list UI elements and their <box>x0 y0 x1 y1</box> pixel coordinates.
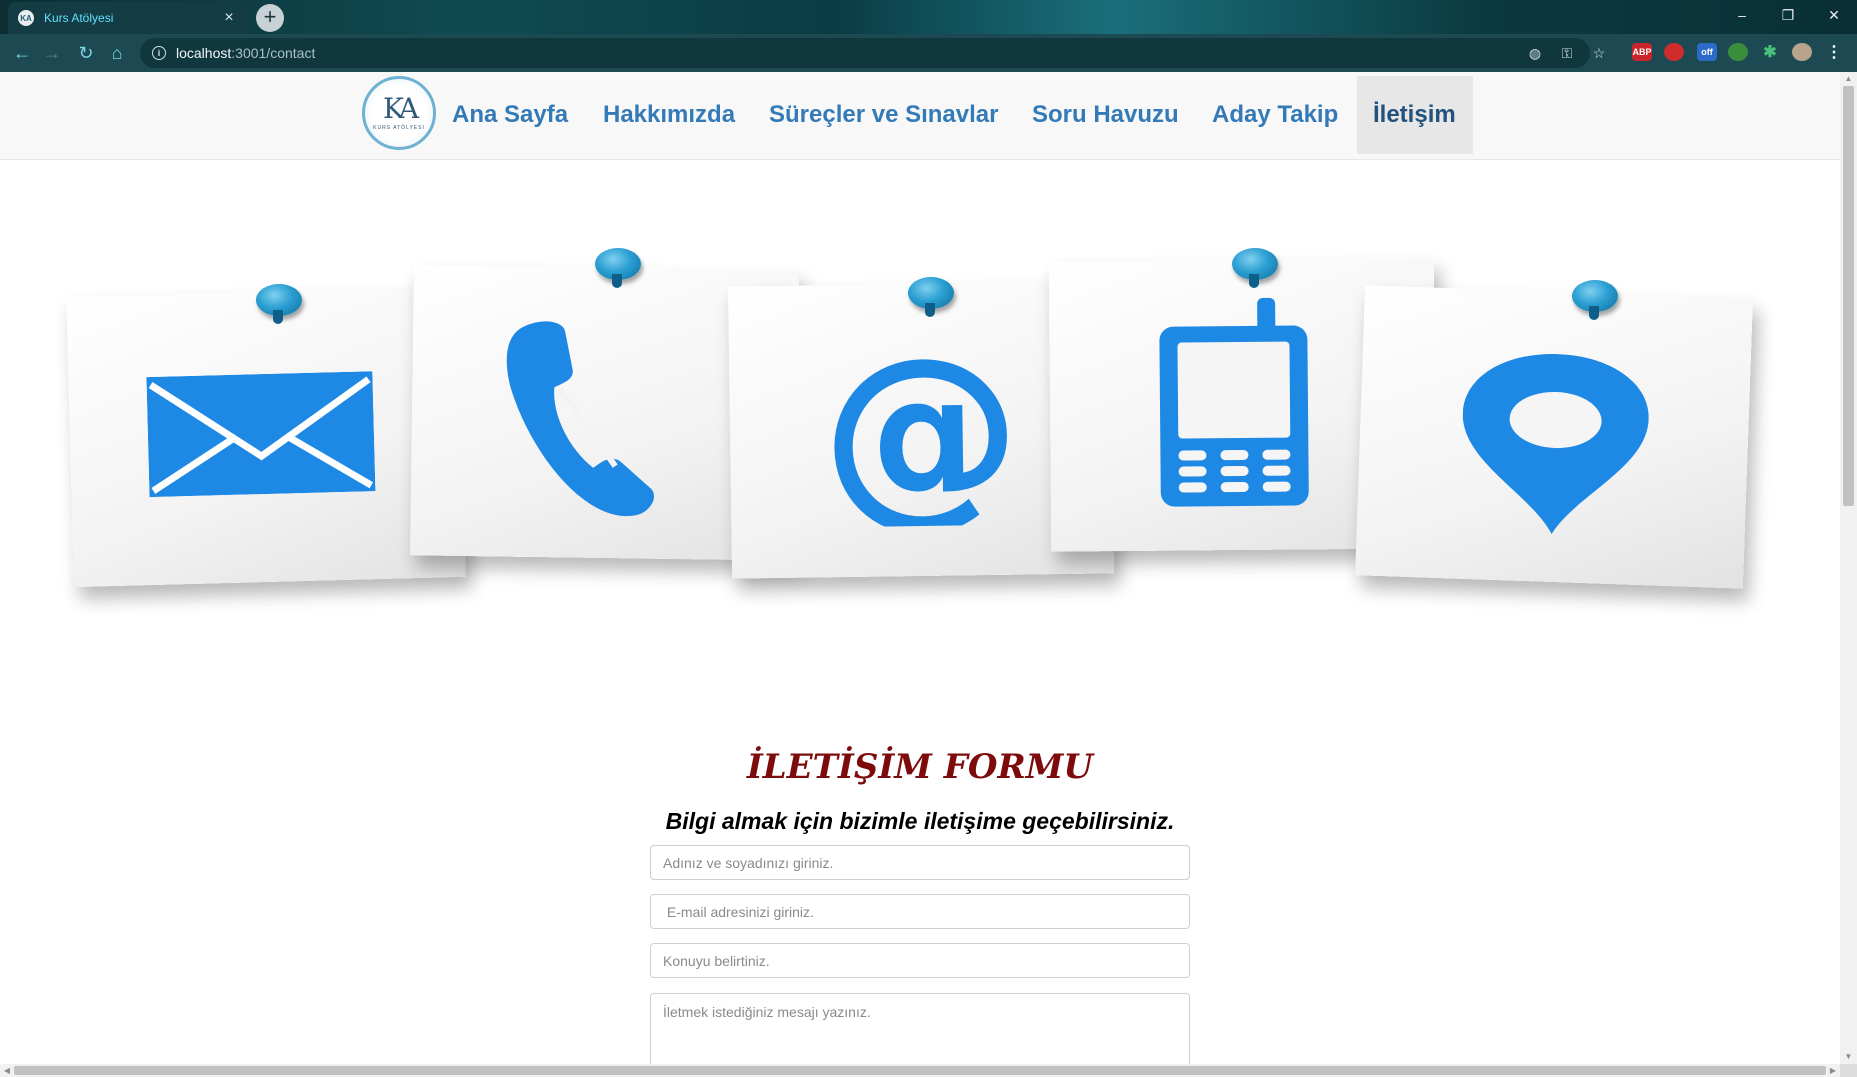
pushpin-icon <box>1232 248 1278 288</box>
browser-tab[interactable]: KA Kurs Atölyesi × <box>8 2 248 34</box>
contact-form-title: İLETİŞİM FORMU <box>746 747 1094 787</box>
name-input[interactable] <box>650 845 1190 880</box>
nav-link-soru-havuzu[interactable]: Soru Havuzu <box>1016 76 1195 154</box>
shield-extension-icon[interactable] <box>1664 43 1684 61</box>
browser-titlebar: KA Kurs Atölyesi × + – ❐ ✕ <box>0 0 1857 34</box>
note-envelope <box>66 286 466 588</box>
page-content: KA KURS ATÖLYESİ Ana Sayfa Hakkımızda Sü… <box>0 72 1840 1064</box>
pushpin-icon <box>256 284 302 324</box>
new-tab-button[interactable]: + <box>256 4 284 32</box>
vertical-scrollbar[interactable]: ▲ ▼ <box>1840 72 1857 1064</box>
pushpin-icon <box>908 277 954 317</box>
cookie-blocked-icon[interactable]: ◍ <box>1526 45 1544 63</box>
note-location <box>1355 285 1753 589</box>
tab-close-icon[interactable]: × <box>220 9 238 27</box>
home-icon[interactable]: ⌂ <box>103 40 131 66</box>
nav-link-ana-sayfa[interactable]: Ana Sayfa <box>436 76 584 154</box>
email-input[interactable] <box>650 894 1190 929</box>
phone-icon <box>506 321 655 517</box>
off-extension-icon[interactable]: off <box>1697 43 1717 61</box>
scroll-right-arrow-icon[interactable]: ▶ <box>1826 1064 1840 1077</box>
url-host: localhost <box>176 45 232 61</box>
site-info-icon[interactable]: i <box>152 46 166 60</box>
tab-favicon-icon: KA <box>18 10 34 26</box>
pushpin-icon <box>1572 280 1618 320</box>
pushpin-icon <box>595 248 641 288</box>
profile-avatar[interactable] <box>1792 43 1812 61</box>
logo-subtitle: KURS ATÖLYESİ <box>373 125 425 131</box>
scroll-down-arrow-icon[interactable]: ▼ <box>1840 1050 1857 1064</box>
nav-link-surecler-ve-sinavlar[interactable]: Süreçler ve Sınavlar <box>753 76 1014 154</box>
vertical-scroll-thumb[interactable] <box>1843 86 1854 506</box>
url-path: :3001/contact <box>231 45 316 61</box>
key-icon[interactable]: ⚿ <box>1558 45 1576 63</box>
scroll-left-arrow-icon[interactable]: ◀ <box>0 1064 14 1077</box>
minimize-button[interactable]: – <box>1719 0 1765 30</box>
location-pin-icon <box>1462 354 1649 534</box>
scrollbar-corner <box>1840 1064 1857 1077</box>
subject-input[interactable] <box>650 943 1190 978</box>
puzzle-extensions-icon[interactable]: ✱ <box>1760 43 1780 61</box>
browser-toolbar: ← → ↻ ⌂ i localhost:3001/contact ◍ ⚿ ☆ <box>0 34 1857 72</box>
site-logo[interactable]: KA KURS ATÖLYESİ <box>362 76 436 150</box>
envelope-icon <box>146 371 376 498</box>
close-window-button[interactable]: ✕ <box>1811 0 1857 30</box>
site-navbar: KA KURS ATÖLYESİ Ana Sayfa Hakkımızda Sü… <box>0 72 1840 160</box>
svg-text:@: @ <box>819 348 1022 527</box>
message-textarea[interactable] <box>650 993 1190 1064</box>
nav-link-iletisim[interactable]: İletişim <box>1357 76 1473 154</box>
nav-link-aday-takip[interactable]: Aday Takip <box>1196 76 1354 154</box>
contact-form-subtitle: Bilgi almak için bizimle iletişime geçeb… <box>665 808 1175 834</box>
globe-extension-icon[interactable] <box>1728 43 1748 61</box>
restore-button[interactable]: ❐ <box>1765 0 1811 30</box>
horizontal-scrollbar[interactable]: ◀ ▶ <box>0 1064 1840 1077</box>
bookmark-star-icon[interactable]: ☆ <box>1590 45 1608 63</box>
adblock-extension-icon[interactable]: ABP <box>1632 43 1652 61</box>
reload-icon[interactable]: ↻ <box>72 40 100 66</box>
mobile-phone-icon <box>1159 297 1309 507</box>
forward-arrow-icon[interactable]: → <box>38 40 66 66</box>
horizontal-scroll-thumb[interactable] <box>14 1066 1826 1075</box>
tab-title: Kurs Atölyesi <box>44 11 114 25</box>
back-arrow-icon[interactable]: ← <box>8 40 36 66</box>
nav-link-hakkimizda[interactable]: Hakkımızda <box>587 76 751 154</box>
at-sign-icon: @ <box>819 348 1022 527</box>
scroll-up-arrow-icon[interactable]: ▲ <box>1840 72 1857 86</box>
address-bar[interactable]: i localhost:3001/contact ◍ ⚿ ☆ <box>140 38 1605 68</box>
menu-dots-icon[interactable]: ⋮ <box>1824 43 1844 61</box>
logo-mark: KA <box>382 92 419 125</box>
contact-hero-image: @ <box>60 222 1800 672</box>
